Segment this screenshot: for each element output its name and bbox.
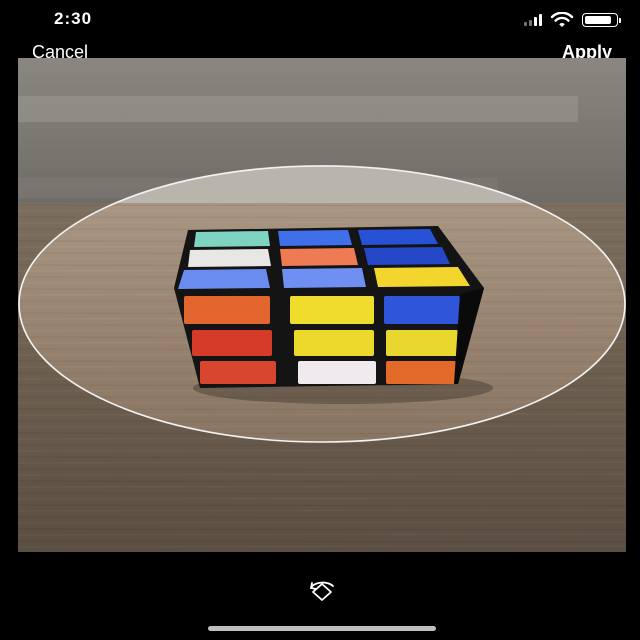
photo-crop-area[interactable] — [18, 58, 626, 552]
rotate-button[interactable] — [303, 578, 341, 606]
rubiks-cube-photo — [18, 58, 626, 552]
wifi-icon — [550, 12, 574, 27]
battery-level — [585, 16, 611, 24]
rubiks-cube — [174, 226, 484, 388]
cellular-signal-icon — [524, 14, 542, 26]
status-time: 2:30 — [54, 9, 93, 28]
battery-icon — [582, 13, 621, 27]
status-bar: 2:30 — [0, 0, 640, 40]
status-icons — [524, 12, 621, 28]
home-indicator[interactable] — [208, 626, 436, 631]
rotate-icon — [310, 581, 334, 601]
